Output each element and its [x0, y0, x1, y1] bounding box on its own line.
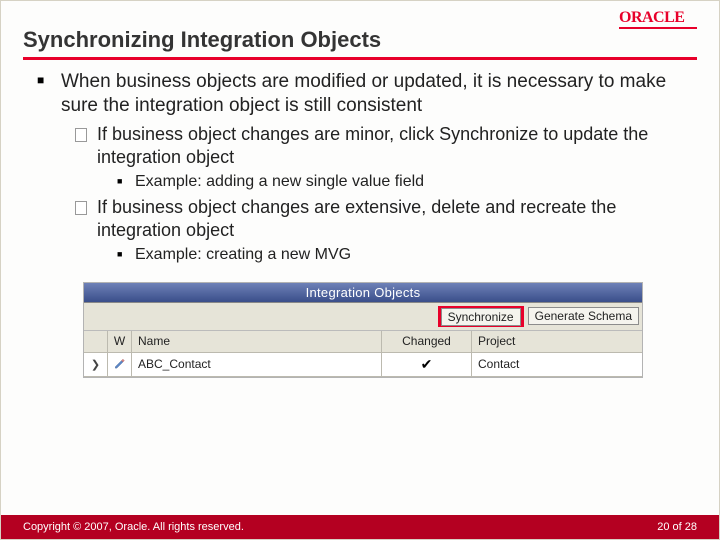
- bullet-example-minor: Example: adding a new single value field: [117, 171, 691, 193]
- oracle-logo-text: ORACLE: [619, 9, 684, 26]
- cell-project: Contact: [472, 353, 642, 376]
- title-divider: [23, 57, 697, 60]
- bullet-sub-extensive-text: If business object changes are extensive…: [97, 197, 616, 240]
- footer-page-number: 20 of 28: [657, 521, 697, 533]
- bullet-sub-minor: If business object changes are minor, cl…: [75, 123, 691, 193]
- table-row[interactable]: ❯ ABC_Contact ✔ Contact: [84, 353, 642, 377]
- bullet-main: When business objects are modified or up…: [37, 70, 691, 266]
- bullet-sub-extensive: If business object changes are extensive…: [75, 196, 691, 266]
- col-changed: Changed: [382, 331, 472, 352]
- cell-changed: ✔: [382, 353, 472, 376]
- slide-footer: Copyright © 2007, Oracle. All rights res…: [1, 515, 719, 539]
- generate-schema-button[interactable]: Generate Schema: [528, 307, 639, 325]
- bullet-example-extensive: Example: creating a new MVG: [117, 244, 691, 266]
- bullet-main-text: When business objects are modified or up…: [61, 71, 666, 116]
- table-header-row: W Name Changed Project: [84, 331, 642, 353]
- edit-pencil-icon[interactable]: [108, 353, 132, 376]
- footer-copyright: Copyright © 2007, Oracle. All rights res…: [23, 521, 244, 533]
- synchronize-button[interactable]: Synchronize: [441, 308, 521, 326]
- checkmark-icon: ✔: [421, 356, 433, 373]
- slide-title: Synchronizing Integration Objects: [23, 27, 697, 53]
- row-indicator-icon: ❯: [84, 353, 108, 376]
- col-w: W: [108, 331, 132, 352]
- integration-objects-toolbar: Synchronize Generate Schema: [84, 303, 642, 331]
- col-name: Name: [132, 331, 382, 352]
- oracle-logo-underline: [619, 27, 697, 29]
- slide-content: When business objects are modified or up…: [1, 70, 719, 378]
- slide-header: ORACLE Synchronizing Integration Objects: [1, 1, 719, 53]
- integration-objects-title: Integration Objects: [84, 283, 642, 303]
- cell-name: ABC_Contact: [132, 353, 382, 376]
- integration-objects-panel: Integration Objects Synchronize Generate…: [83, 282, 643, 378]
- synchronize-highlight: Synchronize: [438, 306, 524, 327]
- col-project: Project: [472, 331, 642, 352]
- oracle-logo: ORACLE: [619, 9, 697, 29]
- bullet-sub-minor-text: If business object changes are minor, cl…: [97, 124, 648, 167]
- col-selector: [84, 331, 108, 352]
